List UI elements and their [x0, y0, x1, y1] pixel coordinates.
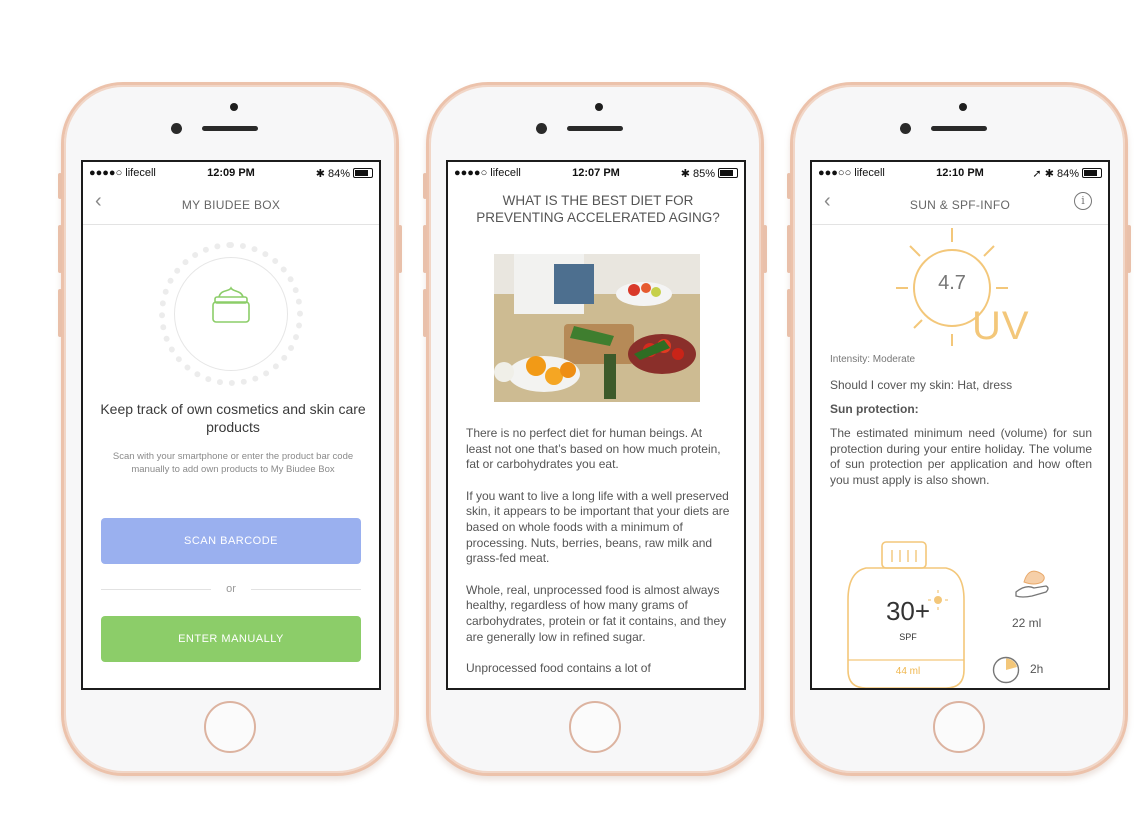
battery-icon	[718, 168, 738, 178]
article-body: There is no perfect diet for human being…	[466, 426, 730, 688]
volume-button	[423, 289, 427, 337]
headline: Keep track of own cosmetics and skin car…	[100, 401, 366, 435]
application-volume: 22 ml	[1012, 616, 1042, 630]
phone-1: ●●●●○ lifecell 12:09 PM ✱ 84% ‹ MY BIUDE…	[58, 82, 402, 776]
paragraph: Unprocessed food contains a lot of	[466, 661, 651, 676]
proximity-sensor	[230, 103, 238, 111]
battery-icon	[1082, 168, 1102, 178]
paragraph: If you want to live a long life with a w…	[466, 488, 730, 566]
earpiece	[202, 126, 258, 131]
screen-article: ●●●●○ lifecell 12:07 PM ✱ 85% WHAT IS TH…	[446, 160, 746, 690]
volume-button	[423, 225, 427, 273]
proximity-sensor	[959, 103, 967, 111]
side-button	[58, 173, 62, 199]
power-button	[763, 225, 767, 273]
sun-protection-description: The estimated minimum need (volume) for …	[830, 426, 1092, 487]
phone-2: ●●●●○ lifecell 12:07 PM ✱ 85% WHAT IS TH…	[423, 82, 767, 776]
front-camera	[171, 123, 182, 134]
earpiece	[567, 126, 623, 131]
status-bar: ●●●●○ lifecell 12:09 PM ✱ 84%	[83, 162, 379, 182]
battery-percent: 84%	[327, 168, 350, 180]
home-button[interactable]	[569, 701, 621, 753]
volume-button	[58, 289, 62, 337]
status-bar: ●●●●○ lifecell 12:07 PM ✱ 85%	[448, 162, 744, 182]
battery-status: ✱ 85%	[681, 167, 738, 180]
proximity-sensor	[595, 103, 603, 111]
intensity-label: Intensity: Moderate	[830, 354, 916, 365]
volume-button	[787, 225, 791, 273]
front-camera	[536, 123, 547, 134]
status-bar: ●●●○○ lifecell 12:10 PM ➚ ✱ 84%	[812, 162, 1108, 182]
info-icon[interactable]: i	[1074, 192, 1092, 210]
paragraph: Whole, real, unprocessed food is almost …	[466, 582, 727, 644]
home-button[interactable]	[933, 701, 985, 753]
enter-manually-button[interactable]: ENTER MANUALLY	[101, 616, 361, 662]
home-button[interactable]	[204, 701, 256, 753]
instructions: Scan with your smartphone or enter the p…	[112, 451, 354, 475]
battery-status: ✱ 84%	[316, 167, 373, 180]
page-title: SUN & SPF-INFO	[909, 198, 1011, 212]
screen-sun-spf-info: ●●●○○ lifecell 12:10 PM ➚ ✱ 84% ‹ SUN & …	[810, 160, 1110, 690]
page-title: MY BIUDEE BOX	[181, 198, 281, 212]
battery-status: ➚ ✱ 84%	[1032, 167, 1102, 180]
uv-label: UV	[972, 304, 1030, 348]
power-button	[1127, 225, 1131, 273]
earpiece	[931, 126, 987, 131]
battery-percent: 85%	[692, 168, 715, 180]
phone-3: ●●●○○ lifecell 12:10 PM ➚ ✱ 84% ‹ SUN & …	[787, 82, 1131, 776]
spf-label: SPF	[899, 632, 917, 642]
bottle-volume: 44 ml	[895, 666, 921, 677]
side-button	[787, 173, 791, 199]
spf-value: 30+	[885, 596, 931, 626]
uv-index: 4.7	[938, 272, 966, 294]
side-button	[423, 173, 427, 199]
battery-percent: 84%	[1056, 168, 1079, 180]
front-camera	[900, 123, 911, 134]
or-label: or	[226, 583, 236, 595]
nav-bar: ‹ MY BIUDEE BOX	[83, 184, 379, 225]
reapply-interval: 2h	[1030, 662, 1044, 676]
clock-icon	[992, 656, 1020, 684]
cover-advice: Should I cover my skin: Hat, dress	[830, 378, 1013, 392]
nav-bar: ‹ SUN & SPF-INFO i	[812, 184, 1108, 225]
battery-icon	[353, 168, 373, 178]
article-title: WHAT IS THE BEST DIET FOR PREVENTING ACC…	[476, 193, 720, 225]
cosmetic-jar-icon	[212, 286, 250, 323]
screen-my-biudee-box: ●●●●○ lifecell 12:09 PM ✱ 84% ‹ MY BIUDE…	[81, 160, 381, 690]
sun-protection-heading: Sun protection:	[830, 402, 919, 416]
volume-button	[58, 225, 62, 273]
scan-barcode-button[interactable]: SCAN BARCODE	[101, 518, 361, 564]
food-photo	[494, 254, 700, 402]
paragraph: There is no perfect diet for human being…	[466, 426, 721, 472]
volume-button	[787, 289, 791, 337]
hand-cream-icon	[1015, 570, 1049, 598]
power-button	[398, 225, 402, 273]
